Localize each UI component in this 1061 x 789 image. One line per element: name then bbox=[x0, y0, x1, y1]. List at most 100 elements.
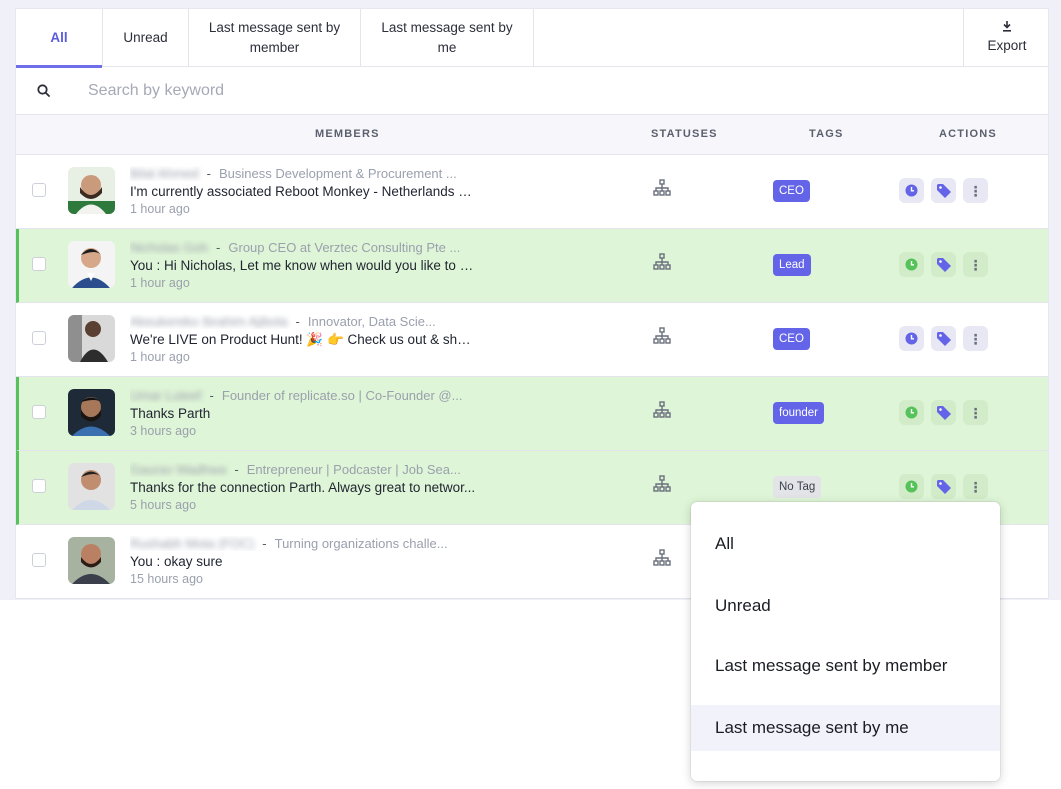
tag-button[interactable] bbox=[931, 474, 956, 499]
tag-badge[interactable]: CEO bbox=[773, 328, 810, 350]
header-members: MEMBERS bbox=[315, 128, 380, 140]
row-checkbox[interactable] bbox=[32, 331, 46, 345]
tab-by-member-label: Last message sent by member bbox=[208, 20, 341, 55]
member-name[interactable]: Nicholas Goh bbox=[130, 240, 208, 255]
tab-all[interactable]: All bbox=[16, 9, 103, 68]
member-headline: Entrepreneur | Podcaster | Job Sea... bbox=[246, 462, 461, 477]
member-name[interactable]: Umar Luteef bbox=[130, 388, 202, 403]
message-time: 1 hour ago bbox=[130, 202, 190, 216]
reminder-button[interactable] bbox=[899, 474, 924, 499]
more-vertical-icon: ⋮ bbox=[968, 478, 983, 495]
table-row[interactable]: Nicholas Goh - Group CEO at Verztec Consul… bbox=[16, 229, 1048, 303]
last-message: You : Hi Nicholas, Let me know when woul… bbox=[130, 258, 476, 273]
export-button[interactable]: Export bbox=[963, 9, 1050, 67]
more-vertical-icon: ⋮ bbox=[968, 182, 983, 199]
download-icon bbox=[1003, 20, 1011, 32]
message-time: 15 hours ago bbox=[130, 572, 203, 586]
member-name[interactable]: Bilal Ahmed bbox=[130, 166, 199, 181]
hierarchy-icon[interactable] bbox=[653, 327, 671, 345]
member-name[interactable]: Rushabh Mota (FOC) bbox=[130, 536, 254, 551]
header-tags: TAGS bbox=[809, 128, 844, 140]
filter-tabs: All Unread Last message sent by member L… bbox=[16, 9, 1050, 68]
menu-item-last-message-by-member[interactable]: Last message sent by member bbox=[691, 643, 1000, 689]
tag-button[interactable] bbox=[931, 178, 956, 203]
last-message: You : okay sure bbox=[130, 554, 223, 569]
row-checkbox[interactable] bbox=[32, 183, 46, 197]
last-message: Thanks Parth bbox=[130, 406, 211, 421]
table-row[interactable]: Umar Luteef - Founder of replicate.so | Co… bbox=[16, 377, 1048, 451]
tag-badge[interactable]: No Tag bbox=[773, 476, 822, 498]
message-time: 3 hours ago bbox=[130, 424, 197, 438]
row-checkbox[interactable] bbox=[32, 479, 46, 493]
clock-icon bbox=[905, 258, 918, 271]
member-line: Nicholas Goh - Group CEO at Verztec Consul… bbox=[130, 240, 476, 255]
row-checkbox[interactable] bbox=[32, 553, 46, 567]
export-label: Export bbox=[987, 37, 1027, 53]
table-row[interactable]: Bilal Ahmed - Business Development & Procu… bbox=[16, 155, 1048, 229]
hierarchy-icon[interactable] bbox=[653, 253, 671, 271]
avatar bbox=[68, 315, 115, 362]
member-line: Rushabh Mota (FOC) - Turning organizations… bbox=[130, 536, 476, 551]
table-header: MEMBERS STATUSES TAGS ACTIONS bbox=[16, 115, 1048, 155]
more-options-button[interactable]: ⋮ bbox=[963, 400, 988, 425]
message-time: 1 hour ago bbox=[130, 276, 190, 290]
reminder-button[interactable] bbox=[899, 178, 924, 203]
more-options-button[interactable]: ⋮ bbox=[963, 252, 988, 277]
table-row[interactable]: Akeukereko Ibrahim Ajibola - Innovator, Da… bbox=[16, 303, 1048, 377]
message-time: 1 hour ago bbox=[130, 350, 190, 364]
more-options-button[interactable]: ⋮ bbox=[963, 178, 988, 203]
more-vertical-icon: ⋮ bbox=[968, 330, 983, 347]
member-line: Umar Luteef - Founder of replicate.so | Co… bbox=[130, 388, 476, 403]
tag-button[interactable] bbox=[931, 252, 956, 277]
search-icon bbox=[37, 84, 50, 97]
separator: - bbox=[209, 388, 214, 403]
hierarchy-icon[interactable] bbox=[653, 179, 671, 197]
hierarchy-icon[interactable] bbox=[653, 401, 671, 419]
tag-icon bbox=[936, 331, 951, 346]
separator: - bbox=[206, 166, 211, 181]
tag-button[interactable] bbox=[931, 400, 956, 425]
menu-item-all[interactable]: All bbox=[691, 521, 1000, 567]
search-input[interactable] bbox=[88, 76, 688, 106]
header-statuses: STATUSES bbox=[651, 128, 718, 140]
clock-icon bbox=[905, 480, 918, 493]
row-checkbox[interactable] bbox=[32, 405, 46, 419]
member-line: Gaurav Wadhwa - Entrepreneur | Podcaster |… bbox=[130, 462, 476, 477]
hierarchy-icon[interactable] bbox=[653, 549, 671, 567]
menu-item-unread[interactable]: Unread bbox=[691, 583, 1000, 629]
tab-last-message-by-member[interactable]: Last message sent by member bbox=[189, 9, 361, 67]
member-headline: Business Development & Procurement ... bbox=[219, 166, 457, 181]
more-options-button[interactable]: ⋮ bbox=[963, 474, 988, 499]
tag-button[interactable] bbox=[931, 326, 956, 351]
member-name[interactable]: Akeukereko Ibrahim Ajibola bbox=[130, 314, 288, 329]
reminder-button[interactable] bbox=[899, 326, 924, 351]
last-message: Thanks for the connection Parth. Always … bbox=[130, 480, 476, 495]
avatar bbox=[68, 463, 115, 510]
reminder-button[interactable] bbox=[899, 400, 924, 425]
separator: - bbox=[216, 240, 221, 255]
clock-icon bbox=[905, 184, 918, 197]
more-options-button[interactable]: ⋮ bbox=[963, 326, 988, 351]
member-line: Akeukereko Ibrahim Ajibola - Innovator, Da… bbox=[130, 314, 476, 329]
avatar bbox=[68, 241, 115, 288]
tab-unread[interactable]: Unread bbox=[103, 9, 189, 67]
tab-by-me-label: Last message sent by me bbox=[381, 20, 513, 55]
tag-badge[interactable]: Lead bbox=[773, 254, 811, 276]
filter-dropdown-menu: All Unread Last message sent by member L… bbox=[691, 502, 1000, 781]
message-time: 5 hours ago bbox=[130, 498, 197, 512]
tab-last-message-by-me[interactable]: Last message sent by me bbox=[361, 9, 534, 67]
member-name[interactable]: Gaurav Wadhwa bbox=[130, 462, 226, 477]
menu-item-last-message-by-me[interactable]: Last message sent by me bbox=[691, 705, 1000, 751]
hierarchy-icon[interactable] bbox=[653, 475, 671, 493]
reminder-button[interactable] bbox=[899, 252, 924, 277]
avatar bbox=[68, 389, 115, 436]
tag-icon bbox=[936, 257, 951, 272]
row-checkbox[interactable] bbox=[32, 257, 46, 271]
tag-badge[interactable]: founder bbox=[773, 402, 825, 424]
tag-badge[interactable]: CEO bbox=[773, 180, 810, 202]
more-vertical-icon: ⋮ bbox=[968, 256, 983, 273]
last-message: I'm currently associated Reboot Monkey -… bbox=[130, 184, 476, 199]
member-headline: Founder of replicate.so | Co-Founder @..… bbox=[221, 388, 463, 403]
last-message: We're LIVE on Product Hunt! 🎉 👉 Check us… bbox=[130, 332, 476, 347]
separator: - bbox=[234, 462, 239, 477]
